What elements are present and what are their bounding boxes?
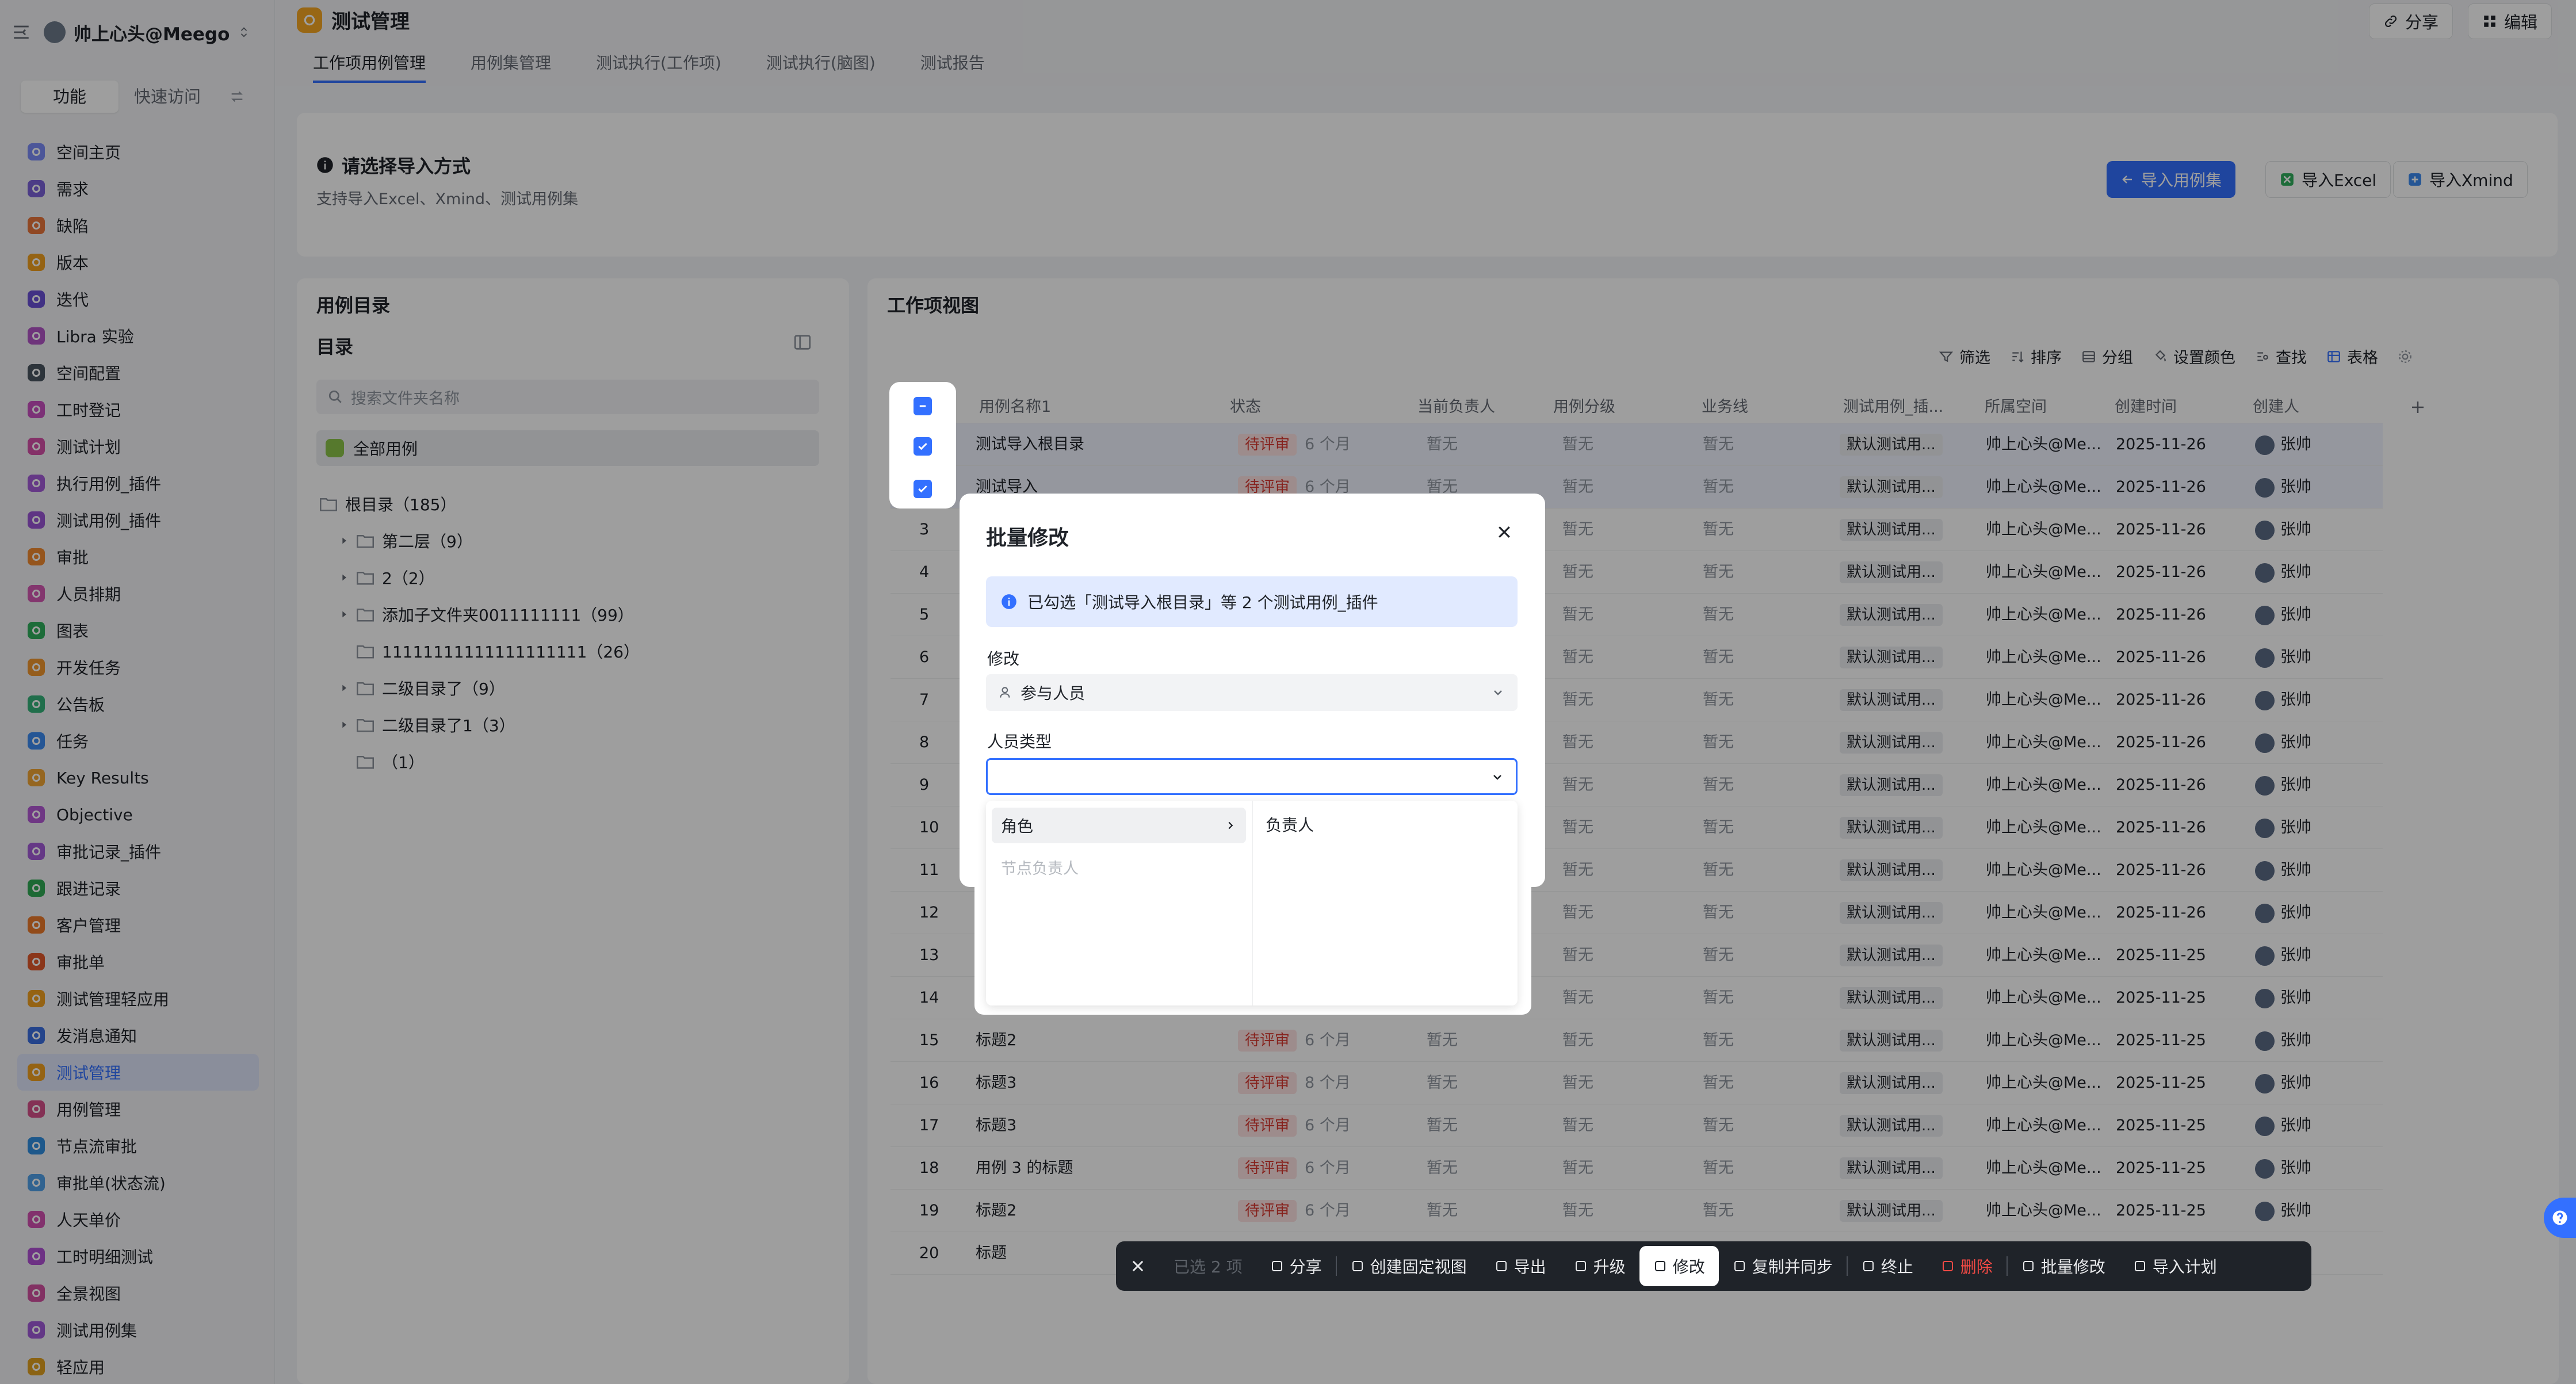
batch-edit-form: 修改 参与人员 人员类型 角色 节点负责人 负责人 — [974, 642, 1531, 1015]
close-icon[interactable] — [1496, 523, 1513, 541]
option-owner[interactable]: 负责人 — [1266, 808, 1314, 843]
person-type-select[interactable] — [986, 758, 1518, 795]
pin-icon — [1351, 1259, 1365, 1273]
action-share[interactable]: 分享 — [1256, 1241, 1336, 1291]
action-trash[interactable]: 删除 — [1927, 1241, 2006, 1291]
people-icon — [999, 685, 1014, 700]
help-icon — [2551, 1209, 2569, 1226]
action-stop[interactable]: 终止 — [1848, 1241, 1927, 1291]
action-label: 修改 — [1672, 1257, 1705, 1276]
export-icon — [1495, 1259, 1508, 1273]
chevron-right-icon — [1224, 819, 1237, 832]
action-label: 创建固定视图 — [1370, 1257, 1467, 1276]
row-2-checkbox[interactable] — [914, 480, 932, 498]
action-label: 导入计划 — [2152, 1257, 2217, 1276]
action-label: 删除 — [1960, 1257, 1993, 1276]
share-icon — [1270, 1259, 1284, 1273]
chevron-down-icon — [1490, 770, 1504, 784]
modify-field-value: 参与人员 — [1021, 684, 1086, 703]
action-label: 复制并同步 — [1752, 1257, 1833, 1276]
action-export[interactable]: 导出 — [1481, 1241, 1560, 1291]
selected-count: 已选 2 项 — [1174, 1257, 1243, 1276]
option-node-owner: 节点负责人 — [1001, 860, 1079, 878]
info-icon — [1001, 594, 1017, 610]
select-all-checkbox[interactable] — [914, 397, 932, 415]
dropdown-divider — [1252, 801, 1253, 1005]
import-plan-icon — [2133, 1259, 2147, 1273]
modal-info-text: 已勾选「测试导入根目录」等 2 个测试用例_插件 — [1027, 593, 1378, 612]
selection-highlight — [889, 382, 956, 509]
option-role-label: 角色 — [1001, 817, 1034, 836]
bulk-action-bar: 已选 2 项 分享 创建固定视图 导出 升级 修改 复制并同步 终止 删除 批量修改 导入计划 — [1116, 1241, 2311, 1291]
person-type-label: 人员类型 — [987, 732, 1052, 751]
action-label: 导出 — [1514, 1257, 1546, 1276]
option-role[interactable]: 角色 — [992, 808, 1246, 843]
batch-edit-icon — [2021, 1259, 2035, 1273]
modify-field-select[interactable]: 参与人员 — [986, 674, 1518, 711]
action-label: 分享 — [1289, 1257, 1322, 1276]
modify-label: 修改 — [987, 649, 1020, 668]
action-pencil[interactable]: 修改 — [1639, 1246, 1719, 1286]
modal-info-banner: 已勾选「测试导入根目录」等 2 个测试用例_插件 — [986, 576, 1518, 627]
upgrade-icon — [1574, 1259, 1588, 1273]
trash-icon — [1941, 1259, 1955, 1273]
row-1-checkbox[interactable] — [914, 437, 932, 456]
copy-icon — [1733, 1259, 1746, 1273]
action-copy[interactable]: 复制并同步 — [1719, 1241, 1847, 1291]
stop-icon — [1862, 1259, 1875, 1273]
action-pin[interactable]: 创建固定视图 — [1337, 1241, 1481, 1291]
person-type-dropdown: 角色 节点负责人 负责人 — [986, 801, 1518, 1005]
chevron-down-icon — [1491, 686, 1505, 699]
action-label: 终止 — [1881, 1257, 1913, 1276]
clear-selection-icon[interactable] — [1116, 1241, 1160, 1291]
action-label: 批量修改 — [2040, 1257, 2105, 1276]
action-batch-edit[interactable]: 批量修改 — [2008, 1241, 2119, 1291]
action-upgrade[interactable]: 升级 — [1560, 1241, 1639, 1291]
action-label: 升级 — [1593, 1257, 1626, 1276]
action-import-plan[interactable]: 导入计划 — [2119, 1241, 2231, 1291]
pencil-icon — [1653, 1259, 1667, 1273]
modal-title: 批量修改 — [986, 526, 1069, 550]
